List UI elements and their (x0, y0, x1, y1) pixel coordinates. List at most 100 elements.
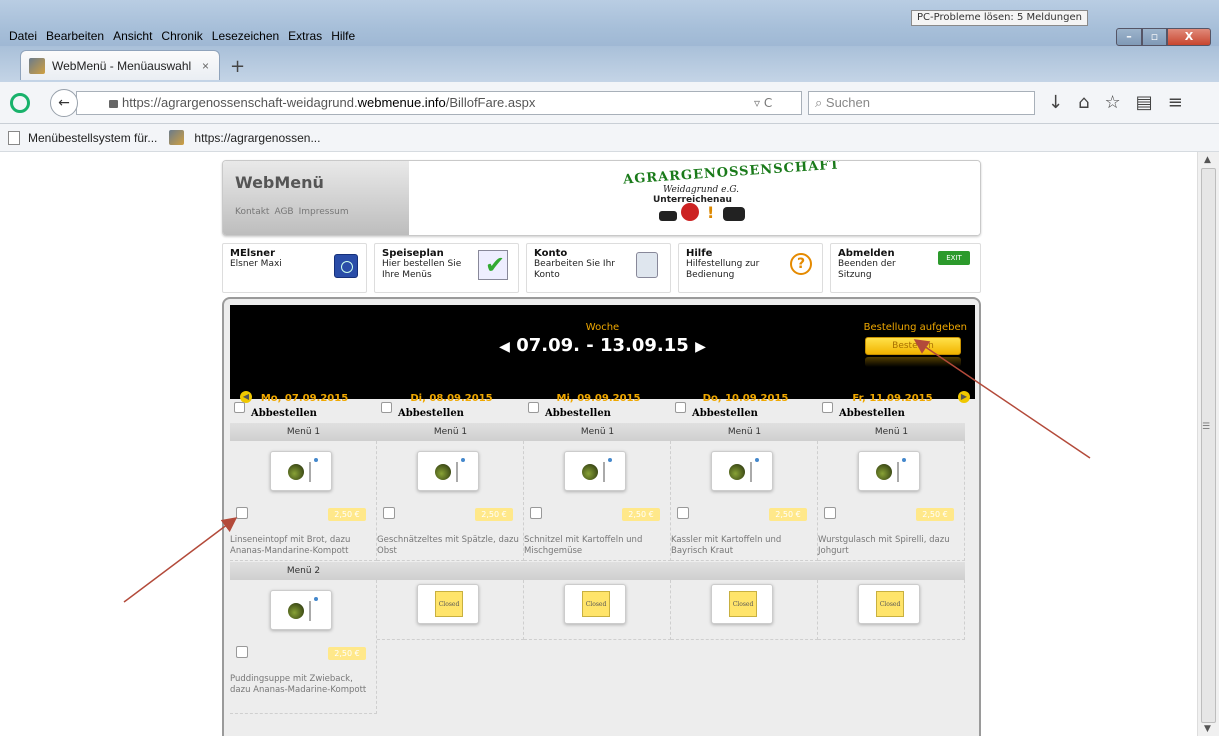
bookmark-star-icon[interactable]: ☆ (1105, 92, 1121, 114)
nav-hilfe[interactable]: Hilfe Hilfestellung zur Bedienung ? (678, 243, 823, 293)
dish-image[interactable] (564, 451, 626, 491)
nav-hilfe-text: Hilfestellung zur Bedienung (686, 259, 760, 280)
cancel-checkbox[interactable] (381, 402, 392, 413)
closed-note: Closed (435, 591, 463, 617)
menu-header: Menü 1 (524, 423, 671, 441)
nav-speiseplan[interactable]: Speiseplan Hier bestellen Sie Ihre Menüs (374, 243, 519, 293)
closed-image: Closed (858, 584, 920, 624)
tab-title: WebMenü - Menüauswahl (52, 58, 192, 73)
tractor-icon (659, 211, 677, 221)
cancel-label: Abbestellen (692, 408, 758, 419)
dish-image[interactable] (270, 590, 332, 630)
addon-icon[interactable] (10, 93, 30, 113)
new-tab-button[interactable]: + (230, 56, 245, 77)
navigation-toolbar: https://agrargenossenschaft-weidagrund.w… (0, 82, 1219, 124)
tab-webmenu[interactable]: WebMenü - Menüauswahl × (20, 50, 220, 80)
header-brand: WebMenü Kontakt AGB Impressum (223, 161, 409, 235)
home-icon[interactable]: ⌂ (1078, 92, 1089, 114)
window-titlebar: PC-Probleme lösen: 5 Meldungen Datei Bea… (0, 0, 1219, 46)
minimize-button[interactable]: – (1116, 28, 1142, 46)
nav-user[interactable]: MElsner Elsner Maxi (222, 243, 367, 293)
company-logo: AGRARGENOSSENSCHAFT Weidagrund e.G. Unte… (409, 161, 980, 235)
link-kontakt[interactable]: Kontakt (235, 207, 269, 217)
bookmark-1[interactable]: Menübestellsystem für... (28, 131, 157, 145)
order-checkbox[interactable] (677, 507, 689, 519)
spoon-icon (897, 462, 899, 482)
bowl-icon (288, 464, 304, 480)
menu-cell: 2,50 € Geschnätzeltes mit Spätzle, dazu O… (377, 441, 524, 561)
closed-note: Closed (582, 591, 610, 617)
page-scrollbar[interactable]: ▲ ☰ ▼ (1197, 152, 1219, 736)
prev-week-arrow-icon[interactable]: ◀ (499, 339, 510, 355)
favicon-icon (29, 57, 45, 74)
dish-description: Linseneintopf mit Brot, dazu Ananas-Mand… (230, 535, 351, 556)
dot-icon (314, 458, 318, 462)
menu-bearbeiten[interactable]: Bearbeiten (46, 26, 104, 46)
page-content: WebMenü Kontakt AGB Impressum AGRARGENOS… (0, 152, 1197, 736)
dot-icon (314, 597, 318, 601)
scroll-thumb[interactable] (1201, 168, 1216, 723)
hamburger-menu-icon[interactable]: ≡ (1168, 92, 1183, 114)
order-checkbox[interactable] (530, 507, 542, 519)
notification-tooltip[interactable]: PC-Probleme lösen: 5 Meldungen (911, 10, 1088, 26)
user-icon (334, 254, 358, 278)
annotation-arrow-checkbox (123, 517, 238, 603)
day-column: Abbestellen Menü 1 2,50 € Schnitzel mit Kar… (524, 399, 671, 714)
maximize-button[interactable]: ▫ (1142, 28, 1167, 46)
menu-cell: Closed (671, 580, 818, 640)
reading-list-icon[interactable]: ▤ (1136, 92, 1153, 114)
menu-header (377, 562, 524, 580)
close-window-button[interactable]: X (1167, 28, 1211, 46)
spoon-icon (456, 462, 458, 482)
menu-header: Menü 1 (230, 423, 377, 441)
price-badge: 2,50 € (328, 508, 366, 521)
dish-image[interactable] (417, 451, 479, 491)
menu-ansicht[interactable]: Ansicht (113, 26, 152, 46)
logo-title: AGRARGENOSSENSCHAFT (622, 160, 841, 188)
nav-abmelden[interactable]: Abmelden Beenden der Sitzung EXIT (830, 243, 981, 293)
order-checkbox[interactable] (236, 646, 248, 658)
menu-cell: 2,50 € Linseneintopf mit Brot, dazu Anana… (230, 441, 377, 561)
order-checkbox[interactable] (236, 507, 248, 519)
tab-close-icon[interactable]: × (202, 59, 209, 73)
dish-image[interactable] (858, 451, 920, 491)
dish-description: Schnitzel mit Kartoffeln und Mischgemüse (524, 535, 643, 556)
scroll-down-icon[interactable]: ▼ (1204, 724, 1211, 734)
link-agb[interactable]: AGB (274, 207, 293, 217)
order-button[interactable]: Bestellen (865, 337, 961, 355)
bowl-icon (582, 464, 598, 480)
menu-datei[interactable]: Datei (9, 26, 37, 46)
url-prefix: https://agrargenossenschaft-weidagrund. (122, 95, 358, 110)
menu-chronik[interactable]: Chronik (161, 26, 202, 46)
order-checkbox[interactable] (824, 507, 836, 519)
reload-icon[interactable]: ▿ C (754, 91, 772, 115)
cancel-checkbox[interactable] (234, 402, 245, 413)
dish-image[interactable] (270, 451, 332, 491)
day-column: Abbestellen Menü 1 2,50 € Kassler mit Karto… (671, 399, 818, 714)
menu-extras[interactable]: Extras (288, 26, 322, 46)
order-checkbox[interactable] (383, 507, 395, 519)
menu-hilfe[interactable]: Hilfe (331, 26, 355, 46)
cancel-checkbox[interactable] (528, 402, 539, 413)
menu-header (524, 562, 671, 580)
next-week-arrow-icon[interactable]: ▶ (695, 339, 706, 355)
dish-image[interactable] (711, 451, 773, 491)
bookmark-2[interactable]: https://agrargenossen... (194, 131, 320, 145)
download-icon[interactable]: ↓ (1048, 92, 1063, 114)
menubar: Datei Bearbeiten Ansicht Chronik Lesezei… (0, 26, 355, 46)
cancel-checkbox[interactable] (675, 402, 686, 413)
scroll-up-icon[interactable]: ▲ (1204, 155, 1211, 165)
cancel-checkbox[interactable] (822, 402, 833, 413)
search-input[interactable]: ⌕ Suchen (808, 91, 1035, 115)
url-bar[interactable]: https://agrargenossenschaft-weidagrund.w… (76, 91, 802, 115)
back-button[interactable]: ← (50, 89, 78, 117)
cancel-row: Abbestellen (234, 401, 317, 419)
menu-lesezeichen[interactable]: Lesezeichen (212, 26, 279, 46)
nav-konto[interactable]: Konto Bearbeiten Sie Ihr Konto (526, 243, 671, 293)
closed-image: Closed (417, 584, 479, 624)
nav-speiseplan-text: Hier bestellen Sie Ihre Menüs (382, 259, 462, 280)
link-impressum[interactable]: Impressum (299, 207, 349, 217)
nav-hilfe-title: Hilfe (686, 248, 713, 259)
nav-abmelden-title: Abmelden (838, 248, 895, 259)
order-label: Bestellung aufgeben (863, 322, 967, 333)
